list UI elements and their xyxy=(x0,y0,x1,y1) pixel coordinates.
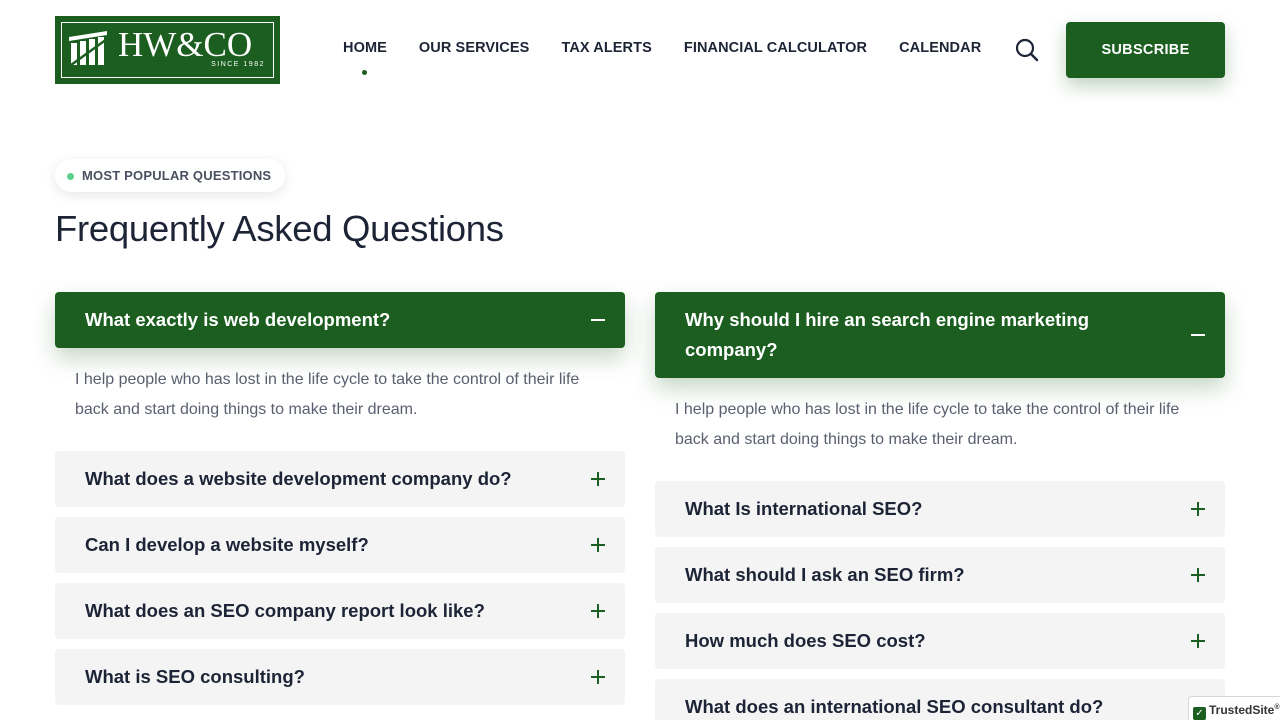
faq-item[interactable]: What Is international SEO? xyxy=(655,481,1225,537)
nav-our-services-label: OUR SERVICES xyxy=(418,40,530,56)
nav-home-label: HOME xyxy=(343,40,387,56)
section-badge-label: MOST POPULAR QUESTIONS xyxy=(82,168,272,183)
checkmark-icon: ✓ xyxy=(1193,707,1206,720)
trustedsite-badge[interactable]: ✓ TrustedSite® xyxy=(1188,696,1280,720)
nav-calendar[interactable]: CALENDAR xyxy=(899,40,981,60)
faq-item[interactable]: What does an international SEO consultan… xyxy=(655,679,1225,720)
nav-financial-calculator[interactable]: FINANCIAL CALCULATOR xyxy=(684,40,867,60)
faq-question: Why should I hire an search engine marke… xyxy=(685,309,1090,360)
site-header: HW&CO SINCE 1982 HOME OUR SERVICES TAX A… xyxy=(0,0,1280,100)
faq-item[interactable]: What does a website development company … xyxy=(55,451,625,507)
faq-item-open[interactable]: Why should I hire an search engine marke… xyxy=(655,292,1225,378)
logo-bars-icon xyxy=(69,31,108,67)
faq-column-right: Why should I hire an search engine marke… xyxy=(655,292,1225,720)
faq-item-open[interactable]: What exactly is web development? xyxy=(55,292,625,348)
faq-item[interactable]: Can I develop a website myself? xyxy=(55,517,625,573)
faq-question: What does a website development company … xyxy=(85,468,512,489)
expand-plus-icon[interactable] xyxy=(591,604,605,618)
faq-question: How much does SEO cost? xyxy=(685,630,926,651)
search-icon[interactable] xyxy=(1014,37,1040,63)
nav-our-services[interactable]: OUR SERVICES xyxy=(419,40,530,60)
faq-item[interactable]: What does an SEO company report look lik… xyxy=(55,583,625,639)
logo[interactable]: HW&CO SINCE 1982 xyxy=(55,16,280,84)
active-indicator-dot xyxy=(362,70,368,75)
nav-calendar-label: CALENDAR xyxy=(899,40,982,56)
nav-home[interactable]: HOME xyxy=(343,40,387,75)
registered-mark: ® xyxy=(1274,704,1280,711)
badge-dot xyxy=(67,173,74,180)
expand-plus-icon[interactable] xyxy=(591,472,605,486)
section-title: Frequently Asked Questions xyxy=(55,208,504,249)
nav-tax-alerts-label: TAX ALERTS xyxy=(561,40,652,56)
expand-plus-icon[interactable] xyxy=(591,670,605,684)
nav-financial-calculator-label: FINANCIAL CALCULATOR xyxy=(683,40,868,56)
faq-answer: I help people who has lost in the life c… xyxy=(75,371,580,418)
expand-plus-icon[interactable] xyxy=(1191,568,1205,582)
faq-question: What does an international SEO consultan… xyxy=(685,696,1104,717)
faq-item[interactable]: How much does SEO cost? xyxy=(655,613,1225,669)
trustedsite-label: TrustedSite xyxy=(1209,703,1275,717)
faq-question: What does an SEO company report look lik… xyxy=(85,600,485,621)
faq-item[interactable]: What is SEO consulting? xyxy=(55,649,625,705)
faq-item[interactable]: What should I ask an SEO firm? xyxy=(655,547,1225,603)
expand-plus-icon[interactable] xyxy=(1191,502,1205,516)
subscribe-button[interactable]: SUBSCRIBE xyxy=(1066,22,1225,78)
faq-question: What is SEO consulting? xyxy=(85,666,305,687)
section-badge: MOST POPULAR QUESTIONS xyxy=(55,159,286,192)
faq-question: What should I ask an SEO firm? xyxy=(685,564,965,585)
logo-since: SINCE 1982 xyxy=(211,61,265,68)
faq-column-left: What exactly is web development? I help … xyxy=(55,292,625,715)
faq-question: What Is international SEO? xyxy=(685,498,923,519)
faq-question: Can I develop a website myself? xyxy=(85,534,369,555)
main-nav: HOME OUR SERVICES TAX ALERTS FINANCIAL C… xyxy=(343,40,1013,75)
logo-text: HW&CO xyxy=(118,25,253,64)
faq-question: What exactly is web development? xyxy=(85,309,391,330)
expand-plus-icon[interactable] xyxy=(591,538,605,552)
collapse-minus-icon[interactable] xyxy=(591,313,605,327)
expand-plus-icon[interactable] xyxy=(1191,634,1205,648)
collapse-minus-icon[interactable] xyxy=(1191,328,1205,342)
faq-answer: I help people who has lost in the life c… xyxy=(675,401,1180,448)
nav-tax-alerts[interactable]: TAX ALERTS xyxy=(561,40,651,60)
